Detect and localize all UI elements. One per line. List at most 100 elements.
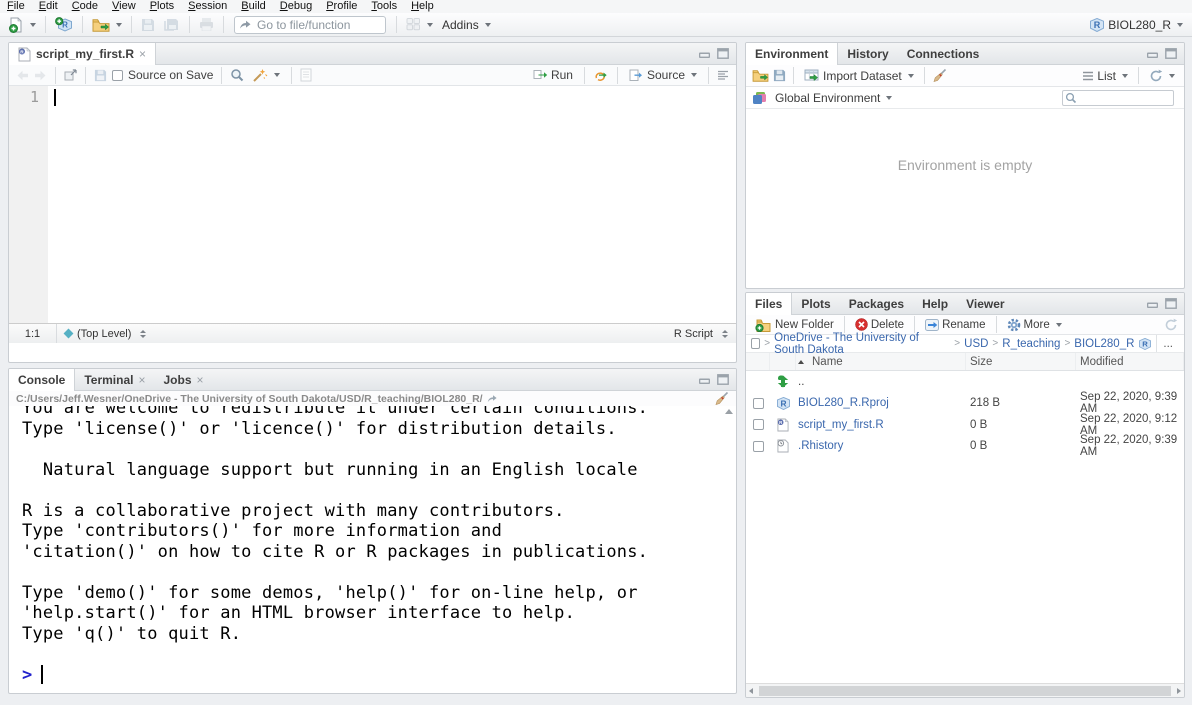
scroll-left-icon[interactable] xyxy=(749,688,753,694)
column-header-modified[interactable]: Modified xyxy=(1076,353,1184,370)
tab-close-icon[interactable]: × xyxy=(139,49,146,59)
tab-script-my-first[interactable]: R script_my_first.R × xyxy=(9,43,156,65)
tab-files[interactable]: Files xyxy=(746,293,792,315)
delete-button[interactable]: Delete xyxy=(852,316,907,333)
rename-button[interactable]: Rename xyxy=(922,317,988,333)
minimize-pane-icon[interactable] xyxy=(1146,298,1159,309)
save-button[interactable] xyxy=(138,16,158,34)
column-header-name[interactable]: Name xyxy=(796,353,966,370)
menu-file[interactable]: File xyxy=(0,0,32,13)
breadcrumb-onedrive[interactable]: OneDrive - The University of South Dakot… xyxy=(774,332,950,356)
more-button[interactable]: More xyxy=(1004,316,1065,334)
tab-connections[interactable]: Connections xyxy=(898,43,989,64)
print-button[interactable] xyxy=(196,16,217,33)
project-selector[interactable]: R BIOL280_R xyxy=(1086,16,1186,34)
tab-jobs-close-icon[interactable]: × xyxy=(197,375,204,385)
document-outline-icon[interactable] xyxy=(717,70,729,81)
file-checkbox[interactable] xyxy=(753,441,764,452)
environment-search-input[interactable] xyxy=(1062,90,1174,106)
menu-view[interactable]: View xyxy=(105,0,143,13)
maximize-pane-icon[interactable] xyxy=(1165,298,1177,309)
minimize-pane-icon[interactable] xyxy=(698,374,711,385)
file-name-link[interactable]: BIOL280_R.Rproj xyxy=(798,397,889,409)
file-row-rproj[interactable]: R BIOL280_R.Rproj 218 B Sep 22, 2020, 9:… xyxy=(746,393,1184,415)
menu-tools[interactable]: Tools xyxy=(364,0,404,13)
tab-environment[interactable]: Environment xyxy=(746,43,838,65)
tab-plots[interactable]: Plots xyxy=(792,293,839,314)
editor-gutter: 1 xyxy=(9,86,48,323)
popout-icon[interactable] xyxy=(64,69,77,81)
breadcrumb-r-teaching[interactable]: R_teaching xyxy=(1002,338,1060,350)
panes-layout-button[interactable] xyxy=(403,16,436,33)
menu-build[interactable]: Build xyxy=(234,0,272,13)
save-doc-icon[interactable] xyxy=(94,69,107,82)
maximize-pane-icon[interactable] xyxy=(717,48,729,59)
tab-terminal[interactable]: Terminal × xyxy=(75,369,154,390)
maximize-pane-icon[interactable] xyxy=(717,374,729,385)
tab-terminal-close-icon[interactable]: × xyxy=(138,375,145,385)
tab-jobs[interactable]: Jobs × xyxy=(154,369,212,390)
tab-help[interactable]: Help xyxy=(913,293,957,314)
tab-viewer[interactable]: Viewer xyxy=(957,293,1013,314)
column-header-size[interactable]: Size xyxy=(966,353,1076,370)
console-output[interactable]: You are welcome to redistribute it under… xyxy=(9,406,736,694)
load-workspace-icon[interactable] xyxy=(752,69,769,82)
new-file-button[interactable] xyxy=(6,15,39,35)
goto-file-input[interactable] xyxy=(234,16,386,34)
save-all-button[interactable] xyxy=(161,16,183,34)
menu-debug[interactable]: Debug xyxy=(273,0,319,13)
breadcrumb-usd[interactable]: USD xyxy=(964,338,988,350)
code-editor[interactable]: 1 xyxy=(9,86,736,323)
horizontal-scrollbar[interactable] xyxy=(746,683,1184,697)
import-dataset-button[interactable]: Import Dataset xyxy=(801,67,917,85)
menu-session[interactable]: Session xyxy=(181,0,234,13)
file-type-selector[interactable]: R Script xyxy=(666,328,736,340)
parent-directory-row[interactable]: .. xyxy=(746,371,1184,393)
file-name-link[interactable]: .Rhistory xyxy=(798,440,843,452)
minimize-pane-icon[interactable] xyxy=(1146,48,1159,59)
environment-scope-selector[interactable]: Global Environment xyxy=(772,89,895,107)
run-button[interactable]: Run xyxy=(530,66,576,84)
tab-history[interactable]: History xyxy=(838,43,897,64)
menu-profile[interactable]: Profile xyxy=(319,0,364,13)
menu-plots[interactable]: Plots xyxy=(143,0,181,13)
tab-console[interactable]: Console xyxy=(9,369,75,391)
save-workspace-icon[interactable] xyxy=(773,69,786,82)
rerun-icon[interactable] xyxy=(593,69,609,81)
select-all-checkbox[interactable] xyxy=(751,338,760,349)
back-icon[interactable] xyxy=(16,70,29,81)
file-name-link[interactable]: script_my_first.R xyxy=(798,419,884,431)
refresh-files-icon[interactable] xyxy=(1164,318,1178,332)
code-tools-button[interactable] xyxy=(249,66,283,85)
list-view-button[interactable]: List xyxy=(1079,67,1131,85)
menu-edit[interactable]: Edit xyxy=(32,0,65,13)
clear-environment-icon[interactable] xyxy=(932,68,947,83)
breadcrumb-biol280-r[interactable]: BIOL280_R xyxy=(1074,338,1134,350)
scope-selector[interactable]: (Top Level) xyxy=(57,328,146,340)
find-icon[interactable] xyxy=(230,68,244,82)
breadcrumb-more-button[interactable]: ... xyxy=(1156,335,1179,352)
addins-button[interactable]: Addins xyxy=(439,16,494,34)
forward-icon[interactable] xyxy=(34,70,47,81)
goto-directory-icon[interactable] xyxy=(487,394,497,403)
open-file-button[interactable] xyxy=(89,16,125,34)
maximize-pane-icon[interactable] xyxy=(1165,48,1177,59)
clear-console-icon[interactable] xyxy=(714,391,729,406)
scroll-right-icon[interactable] xyxy=(1177,688,1181,694)
file-checkbox[interactable] xyxy=(753,398,764,409)
console-prompt-row[interactable]: > xyxy=(22,665,736,685)
source-button[interactable]: Source xyxy=(626,66,700,84)
tab-packages[interactable]: Packages xyxy=(840,293,913,314)
minimize-pane-icon[interactable] xyxy=(698,48,711,59)
scrollbar-thumb[interactable] xyxy=(759,686,1171,696)
scroll-up-icon[interactable] xyxy=(725,409,733,414)
compile-report-icon[interactable] xyxy=(300,68,312,82)
source-on-save-checkbox[interactable] xyxy=(112,70,123,81)
menu-code[interactable]: Code xyxy=(65,0,105,13)
file-row-rhistory[interactable]: .Rhistory 0 B Sep 22, 2020, 9:39 AM xyxy=(746,436,1184,458)
new-project-button[interactable]: R xyxy=(52,15,76,35)
file-row-script[interactable]: R script_my_first.R 0 B Sep 22, 2020, 9:… xyxy=(746,414,1184,436)
menu-help[interactable]: Help xyxy=(404,0,441,13)
refresh-environment-button[interactable] xyxy=(1146,67,1178,85)
file-checkbox[interactable] xyxy=(753,419,764,430)
